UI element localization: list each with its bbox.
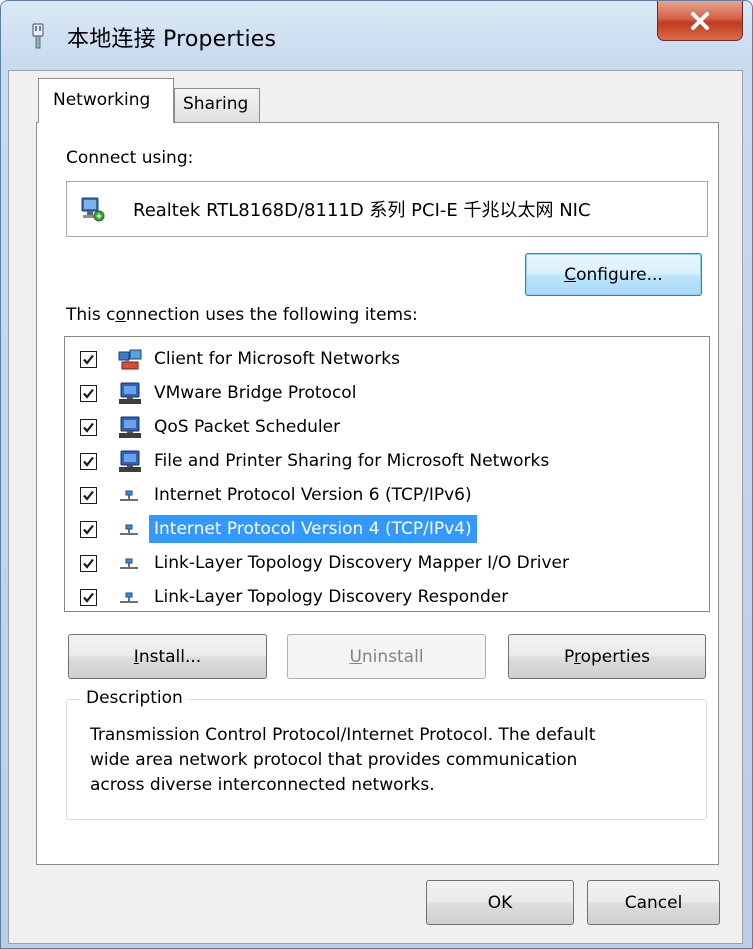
items-label-mnemonic: o [115,305,126,325]
item-checkbox[interactable] [80,589,97,606]
list-item[interactable]: VMware Bridge Protocol [65,377,705,411]
network-protocol-icon [117,484,143,508]
tab-networking-label: Networking [53,90,151,110]
item-checkbox[interactable] [80,385,97,402]
configure-label-post: onfigure... [576,264,663,285]
tab-sharing-label: Sharing [183,94,249,114]
ok-button[interactable]: OK [426,880,574,925]
list-item[interactable]: Link-Layer Topology Discovery Mapper I/O… [65,547,705,581]
list-item[interactable]: Client for Microsoft Networks [65,343,705,377]
item-checkbox[interactable] [80,453,97,470]
network-service-icon [117,416,143,440]
item-label-selected: Internet Protocol Version 4 (TCP/IPv4) [149,515,477,543]
network-service-icon [117,382,143,406]
properties-label-pre: P [564,646,574,667]
cancel-button[interactable]: Cancel [587,880,720,925]
window-title: 本地连接 Properties [67,27,277,52]
install-label-post: nstall... [138,646,202,667]
item-checkbox[interactable] [80,555,97,572]
network-protocol-icon [117,552,143,576]
checkmark-icon [83,558,94,569]
properties-label-post: operties [580,646,650,667]
properties-button[interactable]: Properties [508,634,706,679]
title-bar[interactable]: 本地连接 Properties [1,1,752,71]
list-item[interactable]: QoS Packet Scheduler [65,411,705,445]
item-label: Client for Microsoft Networks [154,349,401,369]
network-client-icon [117,348,143,372]
description-line: Transmission Control Protocol/Internet P… [90,725,596,745]
list-item[interactable]: Link-Layer Topology Discovery Responder [65,581,705,615]
configure-label-mnemonic: C [564,264,577,285]
adapter-name: Realtek RTL8168D/8111D 系列 PCI-E 千兆以太网 NI… [133,200,591,221]
item-label: Link-Layer Topology Discovery Mapper I/O… [154,553,569,573]
item-label: QoS Packet Scheduler [154,417,341,437]
checkmark-icon [83,490,94,501]
connect-using-label: Connect using: [66,148,194,168]
description-line: across diverse interconnected networks. [90,775,435,795]
item-checkbox[interactable] [80,419,97,436]
description-legend: Description [80,688,189,708]
checkmark-icon [83,388,94,399]
uninstall-button[interactable]: Uninstall [287,634,486,679]
install-button[interactable]: Install... [68,634,267,679]
properties-label-mnemonic: r [573,646,581,667]
item-checkbox[interactable] [80,351,97,368]
adapter-field: Realtek RTL8168D/8111D 系列 PCI-E 千兆以太网 NI… [66,181,708,237]
uninstall-label-mnemonic: U [349,646,362,667]
description-line: wide area network protocol that provides… [90,750,578,770]
tab-networking[interactable]: Networking [38,78,174,123]
item-checkbox[interactable] [80,521,97,538]
item-label: Link-Layer Topology Discovery Responder [154,587,509,607]
item-label: Internet Protocol Version 6 (TCP/IPv6) [154,485,472,505]
close-icon [691,11,709,30]
configure-button[interactable]: Configure... [525,253,702,296]
description-text: Transmission Control Protocol/Internet P… [90,723,690,798]
tab-sharing[interactable]: Sharing [174,88,260,123]
items-label: This connection uses the following items… [66,305,418,325]
network-protocol-icon [117,586,143,610]
list-item[interactable]: File and Printer Sharing for Microsoft N… [65,445,705,479]
network-card-icon [79,196,105,226]
list-item[interactable]: Internet Protocol Version 6 (TCP/IPv6) [65,479,705,513]
checkmark-icon [83,456,94,467]
items-label-pre: This c [66,305,116,325]
network-adapter-icon [27,23,49,51]
checkmark-icon [83,524,94,535]
uninstall-label-post: ninstall [361,646,424,667]
checkmark-icon [83,354,94,365]
list-item[interactable]: Internet Protocol Version 4 (TCP/IPv4) [65,513,705,547]
item-label: File and Printer Sharing for Microsoft N… [154,451,550,471]
network-service-icon [117,450,143,474]
items-label-post: nnection uses the following items: [125,305,418,325]
checkmark-icon [83,592,94,603]
item-label: VMware Bridge Protocol [154,383,357,403]
network-protocol-icon [117,518,143,542]
checkmark-icon [83,422,94,433]
close-button[interactable] [657,1,743,41]
item-checkbox[interactable] [80,487,97,504]
connection-items-list[interactable]: Client for Microsoft Networks VMware Bri… [64,336,710,612]
